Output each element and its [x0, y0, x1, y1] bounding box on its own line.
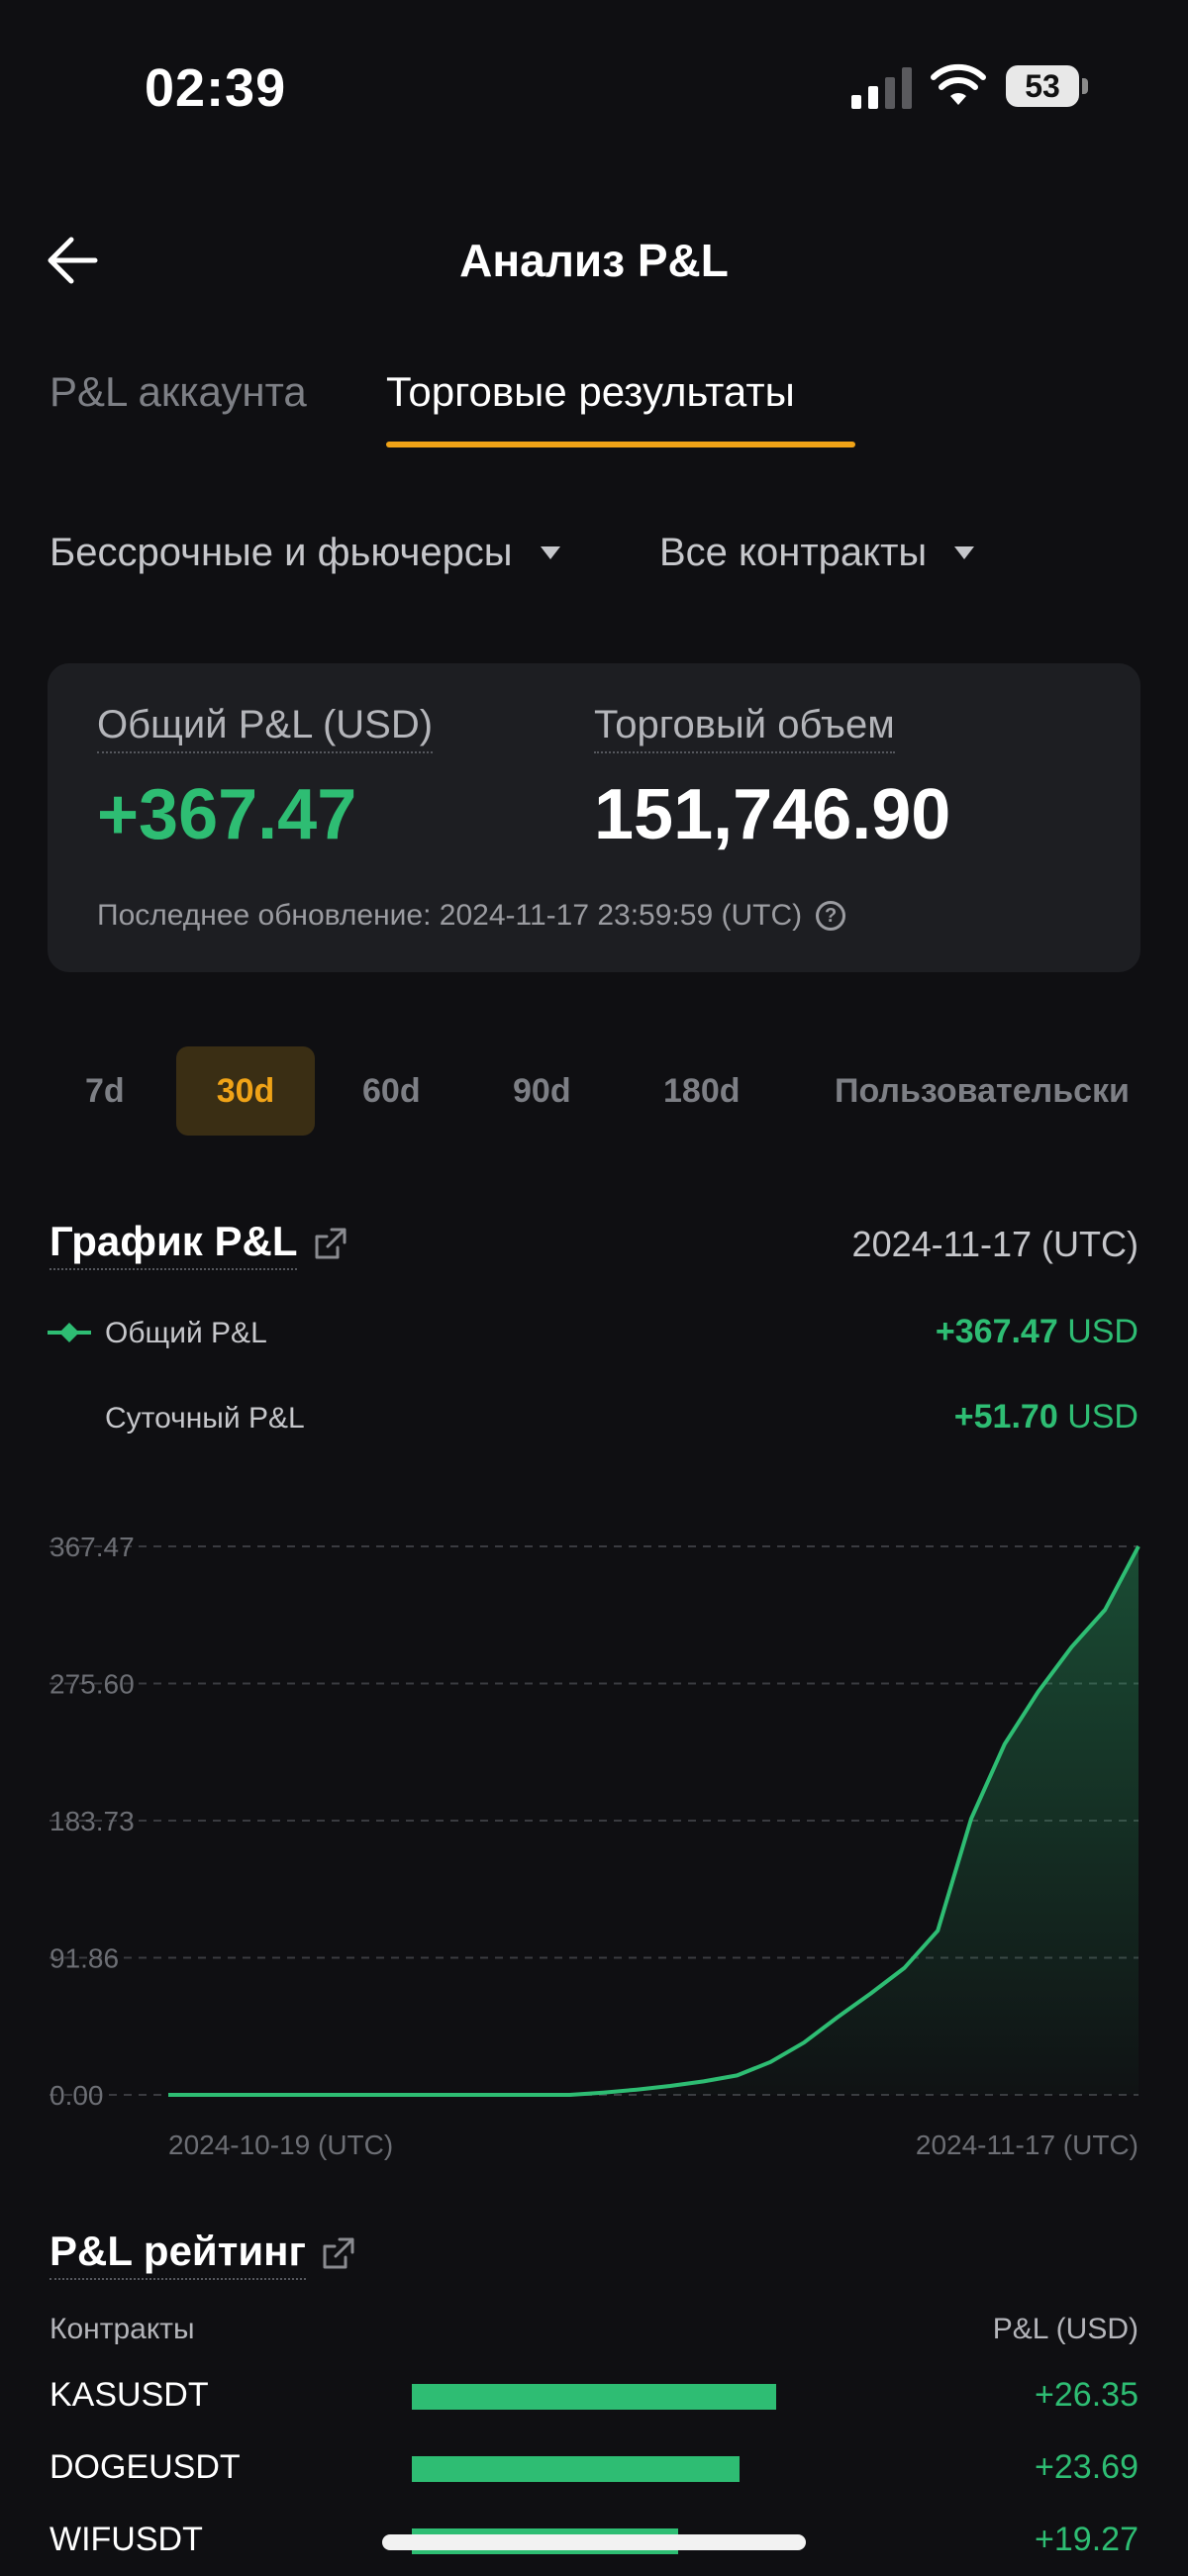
period-custom[interactable]: Пользовательски [835, 1046, 1188, 1136]
legend-daily-unit: USD [1067, 1398, 1138, 1436]
summary-card: Общий P&L (USD) +367.47 Торговый объем 1… [48, 663, 1140, 972]
pnl-area-fill [168, 1546, 1138, 2095]
last-update-text: Последнее обновление: 2024-11-17 23:59:5… [97, 899, 803, 932]
trading-volume-label[interactable]: Торговый объем [594, 703, 895, 753]
product-filter-dropdown[interactable]: Бессрочные и фьючерсы [50, 531, 560, 575]
y-tick-label: 367.47 [50, 1532, 135, 1562]
ranking-col-pnl: P&L (USD) [992, 2313, 1138, 2345]
x-tick-label: 2024-10-19 (UTC) [168, 2130, 393, 2160]
y-tick-label: 0.00 [50, 2080, 104, 2111]
caret-down-icon [954, 546, 975, 559]
pnl-ranking-title: P&L рейтинг [50, 2228, 306, 2280]
legend-total-value: +367.47 USD [936, 1313, 1138, 1351]
total-pnl-label[interactable]: Общий P&L (USD) [97, 703, 434, 753]
external-link-icon[interactable] [318, 2234, 357, 2274]
contracts-filter-dropdown[interactable]: Все контракты [659, 531, 975, 575]
period-180d[interactable]: 180d [663, 1046, 741, 1136]
product-filter-label: Бессрочные и фьючерсы [50, 531, 513, 574]
pnl-chart-header[interactable]: График P&L [50, 1218, 349, 1270]
wifi-icon [931, 63, 986, 105]
ranking-contract-name[interactable]: DOGEUSDT [50, 2448, 241, 2487]
ranking-bar [412, 2456, 740, 2482]
legend-daily-label: Суточный P&L [105, 1402, 305, 1435]
ranking-col-contracts: Контракты [50, 2313, 195, 2345]
help-icon[interactable]: ? [816, 901, 846, 931]
battery-icon: 53 [1006, 65, 1089, 107]
y-tick-label: 183.73 [50, 1806, 135, 1836]
trading-volume-value: 151,746.90 [594, 775, 951, 854]
period-7d[interactable]: 7d [85, 1046, 125, 1136]
x-tick-label: 2024-11-17 (UTC) [916, 2130, 1138, 2160]
ranking-pnl-value: +19.27 [1035, 2521, 1138, 2558]
total-pnl-value: +367.47 [97, 775, 357, 854]
ranking-contract-name[interactable]: WIFUSDT [50, 2521, 203, 2559]
y-tick-label: 91.86 [50, 1943, 119, 1974]
status-time: 02:39 [145, 58, 287, 118]
legend-daily-value: +51.70 USD [954, 1398, 1138, 1437]
chart-date: 2024-11-17 (UTC) [851, 1224, 1138, 1264]
home-indicator [382, 2534, 806, 2550]
period-90d[interactable]: 90d [513, 1046, 571, 1136]
cellular-signal-icon [851, 67, 912, 109]
y-tick-label: 275.60 [50, 1669, 135, 1700]
caret-down-icon [540, 546, 560, 559]
period-30d[interactable]: 30d [176, 1046, 315, 1136]
legend-total-label: Общий P&L [105, 1317, 267, 1349]
pnl-ranking-header[interactable]: P&L рейтинг [50, 2228, 357, 2280]
period-60d[interactable]: 60d [362, 1046, 421, 1136]
external-link-icon[interactable] [310, 1225, 349, 1264]
ranking-contract-name[interactable]: KASUSDT [50, 2376, 209, 2415]
legend-total-unit: USD [1067, 1313, 1138, 1350]
last-update: Последнее обновление: 2024-11-17 23:59:5… [97, 899, 846, 933]
pnl-area-chart[interactable]: 367.47 275.60 183.73 91.86 0.00 2024-10-19 (… [0, 1515, 1188, 2168]
ranking-pnl-value: +23.69 [1035, 2448, 1138, 2486]
ranking-bar [412, 2384, 776, 2410]
tab-trading-results[interactable]: Торговые результаты [386, 368, 795, 416]
legend-daily-number: +51.70 [953, 1398, 1058, 1436]
ranking-pnl-value: +26.35 [1035, 2376, 1138, 2414]
pnl-chart-title: График P&L [50, 1218, 298, 1270]
total-pnl-legend-icon [48, 1323, 91, 1342]
active-tab-indicator [386, 442, 855, 447]
contracts-filter-label: Все контракты [659, 531, 928, 574]
page-title: Анализ P&L [459, 235, 729, 286]
tab-account-pnl[interactable]: P&L аккаунта [50, 368, 307, 416]
battery-level: 53 [1025, 68, 1060, 104]
legend-total-number: +367.47 [935, 1313, 1058, 1350]
